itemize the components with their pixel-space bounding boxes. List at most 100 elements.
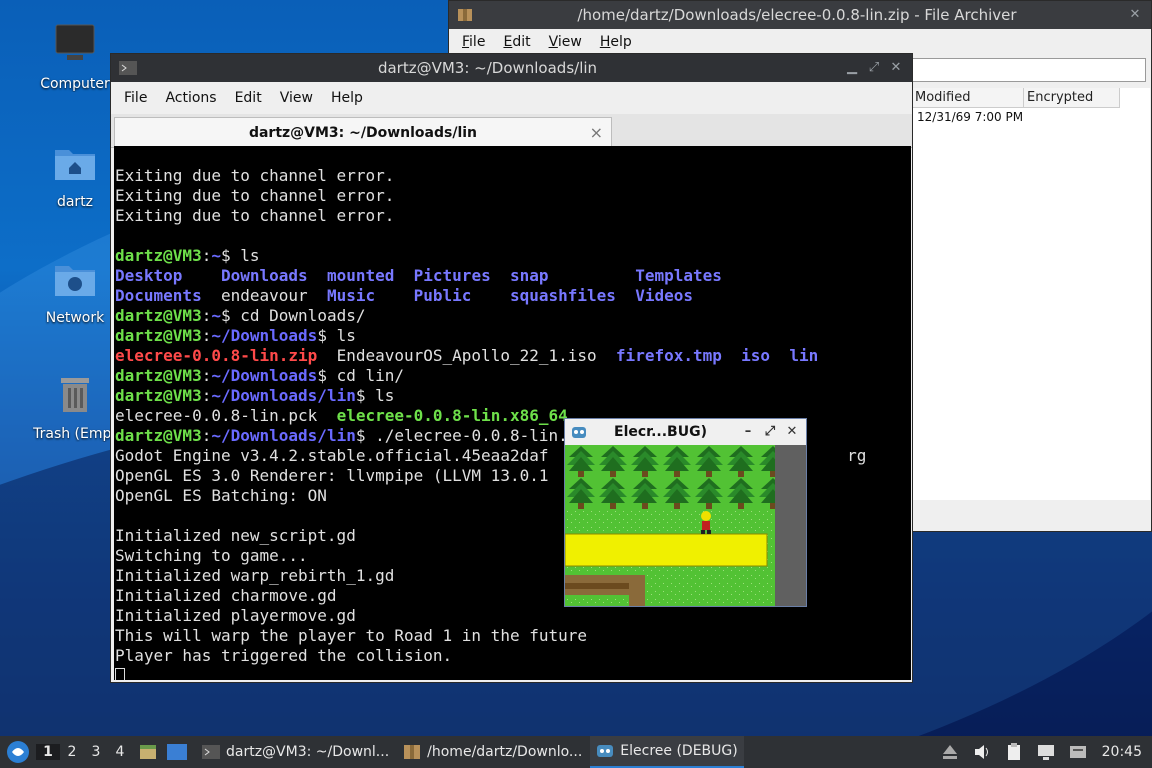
workspace-2[interactable]: 2 bbox=[60, 744, 84, 760]
ls-entry: lin bbox=[789, 346, 819, 365]
terminal-icon bbox=[202, 745, 220, 759]
menu-actions[interactable]: Actions bbox=[156, 90, 225, 106]
network-folder-icon bbox=[55, 266, 95, 296]
maximize-icon[interactable]: ⤢ bbox=[762, 424, 778, 440]
network-status-icon[interactable] bbox=[1036, 742, 1056, 762]
ls-entry: Videos bbox=[635, 286, 693, 305]
terminal-prompt-line: dartz@VM3:~$ ls bbox=[115, 246, 260, 265]
menu-view[interactable]: View bbox=[271, 90, 322, 106]
terminal-titlebar[interactable]: dartz@VM3: ~/Downloads/lin ▁ ⤢ ✕ bbox=[111, 54, 912, 82]
ls-entry: snap bbox=[509, 266, 549, 285]
prompt-user: dartz@VM3 bbox=[115, 426, 202, 445]
ls-entry: mounted bbox=[326, 266, 395, 285]
archive-icon bbox=[404, 745, 421, 759]
terminal-prompt-line: dartz@VM3:~/Downloads$ cd lin/ bbox=[115, 366, 405, 385]
workspace-1[interactable]: 1 bbox=[36, 744, 60, 760]
archiver-titlebar[interactable]: /home/dartz/Downloads/elecree-0.0.8-lin.… bbox=[449, 1, 1151, 29]
ls-entry: Public bbox=[413, 286, 472, 305]
ls-entry: Documents bbox=[115, 286, 202, 305]
terminal-tab[interactable]: dartz@VM3: ~/Downloads/lin × bbox=[114, 117, 612, 148]
prompt-path: ~/Downloads bbox=[211, 326, 318, 345]
ls-entry: elecree-0.0.8-lin.zip bbox=[115, 346, 318, 365]
terminal-line: elecree-0.0.8-lin.zip EndeavourOS_Apollo… bbox=[115, 346, 911, 366]
window-title: Elecr...BUG) bbox=[614, 424, 707, 440]
eject-icon[interactable] bbox=[940, 742, 960, 762]
minimize-icon[interactable]: ▁ bbox=[844, 60, 860, 76]
prompt-command: $ cd lin/ bbox=[317, 366, 405, 385]
terminal-prompt-line: dartz@VM3:~/Downloads/lin$ ls bbox=[115, 386, 395, 405]
menu-file[interactable]: File bbox=[115, 90, 156, 106]
game-scene bbox=[564, 445, 806, 606]
prompt-command: $ cd Downloads/ bbox=[220, 306, 366, 325]
ls-entry: elecree-0.0.8-lin.pck bbox=[115, 406, 318, 425]
close-icon[interactable]: ✕ bbox=[1127, 7, 1143, 23]
clipboard-icon[interactable] bbox=[1004, 742, 1024, 762]
minimize-icon[interactable]: – bbox=[740, 424, 756, 440]
menu-file[interactable]: File bbox=[453, 34, 494, 50]
terminal-prompt-line: dartz@VM3:~$ cd Downloads/ bbox=[115, 306, 366, 325]
terminal-line: Exiting due to channel error. bbox=[115, 206, 395, 225]
window-title: /home/dartz/Downloads/elecree-0.0.8-lin.… bbox=[577, 6, 1017, 24]
godot-icon bbox=[597, 745, 614, 757]
prompt-command: $ ls bbox=[220, 246, 260, 265]
maximize-icon[interactable]: ⤢ bbox=[866, 60, 882, 76]
prompt-command: $ ls bbox=[317, 326, 356, 345]
menu-edit[interactable]: Edit bbox=[226, 90, 271, 106]
prompt-command: $ ls bbox=[355, 386, 395, 405]
prompt-path: ~/Downloads/lin bbox=[211, 426, 356, 445]
file-manager-launcher-icon[interactable] bbox=[138, 742, 158, 762]
taskbar-task-game[interactable]: Elecree (DEBUG) bbox=[590, 736, 744, 768]
task-label: dartz@VM3: ~/Downl... bbox=[226, 744, 390, 760]
workspace-3[interactable]: 3 bbox=[84, 744, 108, 760]
taskbar-task-archiver[interactable]: /home/dartz/Downlo... bbox=[397, 736, 588, 768]
prompt-user: dartz@VM3 bbox=[115, 326, 202, 345]
prompt-user: dartz@VM3 bbox=[115, 366, 202, 385]
ls-entry: Music bbox=[326, 286, 376, 305]
prompt-user: dartz@VM3 bbox=[115, 246, 202, 265]
terminal-cursor-line bbox=[115, 666, 911, 680]
cell-modified: 12/31/69 7:00 PM bbox=[917, 110, 1024, 124]
prompt-path: ~/Downloads/lin bbox=[211, 386, 356, 405]
computer-icon bbox=[55, 24, 95, 60]
terminal-line: Exiting due to channel error. bbox=[115, 166, 395, 185]
workspace-4[interactable]: 4 bbox=[108, 744, 132, 760]
terminal-line: This will warp the player to Road 1 in t… bbox=[115, 626, 588, 645]
ls-entry: firefox.tmp bbox=[615, 346, 722, 365]
menu-edit[interactable]: Edit bbox=[494, 34, 539, 50]
prompt-path: ~/Downloads bbox=[211, 366, 318, 385]
text-cursor bbox=[115, 667, 125, 680]
terminal-line: Documents endeavour Music Public squashf… bbox=[115, 286, 911, 306]
ls-entry: iso bbox=[741, 346, 771, 365]
close-icon[interactable]: ✕ bbox=[888, 60, 904, 76]
column-header-encrypted[interactable]: Encrypted bbox=[1024, 88, 1120, 108]
volume-icon[interactable] bbox=[972, 742, 992, 762]
menu-help[interactable]: Help bbox=[322, 90, 372, 106]
terminal-line: Exiting due to channel error. bbox=[115, 186, 395, 205]
game-viewport[interactable] bbox=[564, 445, 806, 606]
game-titlebar[interactable]: Elecr...BUG) – ⤢ ✕ bbox=[565, 419, 806, 445]
keyboard-icon[interactable] bbox=[1068, 742, 1088, 762]
trash-icon bbox=[61, 378, 89, 412]
taskbar-task-terminal[interactable]: dartz@VM3: ~/Downl... bbox=[196, 736, 395, 768]
ls-entry: endeavour bbox=[220, 286, 308, 305]
show-desktop-icon[interactable] bbox=[166, 742, 188, 762]
window-title: dartz@VM3: ~/Downloads/lin bbox=[377, 59, 598, 77]
clock[interactable]: 20:45 bbox=[1094, 744, 1152, 760]
menu-help[interactable]: Help bbox=[591, 34, 641, 50]
system-tray: 20:45 bbox=[934, 736, 1152, 768]
close-icon[interactable]: ✕ bbox=[784, 424, 800, 440]
tab-label: dartz@VM3: ~/Downloads/lin bbox=[248, 125, 478, 141]
terminal-line: Desktop Downloads mounted Pictures snap … bbox=[115, 266, 911, 286]
ls-entry: EndeavourOS_Apollo_22_1.iso bbox=[336, 346, 597, 365]
terminal-line: Initialized playermove.gd bbox=[115, 606, 356, 625]
archive-icon bbox=[458, 9, 472, 21]
column-header-modified[interactable]: Modified bbox=[912, 88, 1024, 108]
ls-entry: squashfiles bbox=[509, 286, 616, 305]
menu-view[interactable]: View bbox=[540, 34, 591, 50]
ls-entry: Templates bbox=[635, 266, 722, 285]
player-sprite bbox=[701, 511, 711, 521]
prompt-user: dartz@VM3 bbox=[115, 386, 202, 405]
start-menu-icon[interactable] bbox=[4, 738, 32, 766]
tab-close-icon[interactable]: × bbox=[590, 118, 603, 148]
